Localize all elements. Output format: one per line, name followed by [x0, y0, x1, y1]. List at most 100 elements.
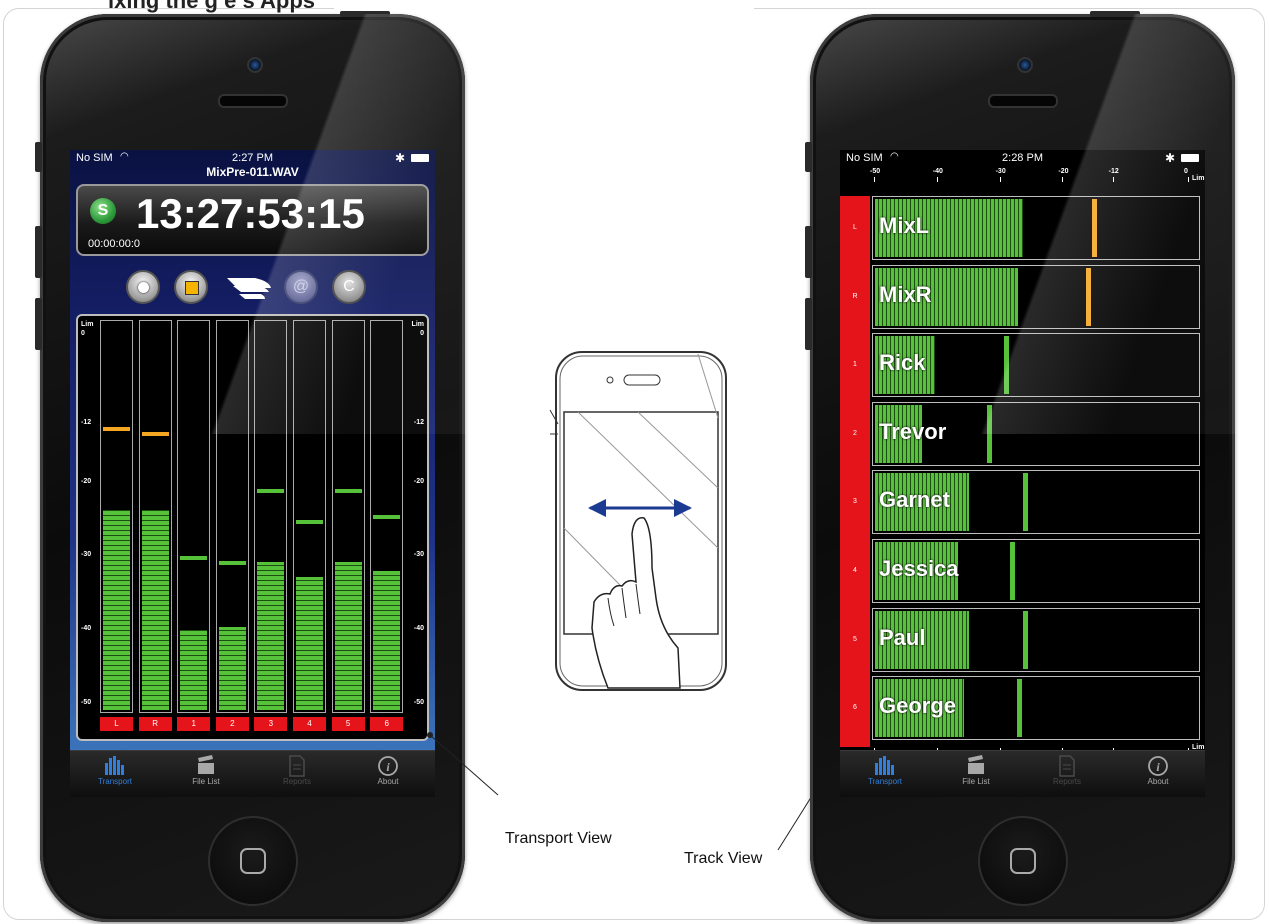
meter-level	[141, 510, 169, 710]
scale-tick	[874, 177, 875, 182]
meter-level	[103, 510, 130, 710]
track-row-1[interactable]: Rick	[872, 333, 1200, 398]
meter-label[interactable]: 6	[370, 717, 404, 731]
track-peak-marker	[1004, 336, 1010, 395]
meter-label[interactable]: 3	[254, 717, 288, 731]
info-icon: i	[343, 755, 433, 777]
camera-icon	[1017, 57, 1033, 73]
bars-icon	[840, 755, 930, 777]
meter-label[interactable]: 4	[293, 717, 326, 731]
status-bar: No SIM ◠ 2:27 PM ✱ MixPre-011.WAV	[70, 150, 435, 179]
track-number[interactable]: 6	[840, 704, 870, 711]
track-row-2[interactable]: Trevor	[872, 401, 1200, 466]
transport-view-label: Transport View	[505, 830, 612, 847]
scale-label-l: -30	[81, 551, 92, 559]
meter-channel-6	[370, 320, 404, 713]
track-peak-marker	[1022, 473, 1028, 532]
home-button[interactable]	[208, 816, 298, 906]
tab-reports[interactable]: Reports	[252, 755, 342, 786]
scale-label: -50	[870, 168, 881, 175]
track-number[interactable]: R	[840, 293, 870, 300]
meter-level	[257, 561, 285, 710]
bars-icon	[70, 755, 160, 777]
meter-channel-2	[215, 320, 249, 713]
meter-label[interactable]: R	[138, 717, 172, 731]
scale-tick	[1112, 177, 1114, 182]
scale-tick	[999, 177, 1001, 182]
track-row-3[interactable]: Garnet	[872, 470, 1200, 535]
speaker-grille	[988, 94, 1058, 108]
scale-label-r: -30	[413, 551, 424, 559]
document-icon	[1022, 755, 1112, 777]
track-number[interactable]: 5	[840, 636, 870, 643]
track-peak-marker	[1091, 199, 1097, 257]
meter-label[interactable]: 5	[331, 717, 365, 731]
scale-label: -30	[995, 168, 1006, 175]
at-button[interactable]: @	[284, 270, 318, 304]
scale-label-r: -12	[413, 418, 424, 426]
tab-file-list[interactable]: File List	[931, 755, 1021, 786]
scale-label-r: 0	[420, 330, 424, 337]
track-number[interactable]: 1	[840, 361, 870, 368]
meter-label[interactable]: 2	[215, 717, 249, 731]
meter-peak-marker	[373, 515, 401, 520]
meter-peak-marker	[180, 556, 208, 561]
tab-about[interactable]: i About	[343, 755, 433, 786]
timecode-value: 13:27:53:15	[136, 190, 365, 237]
clapper-icon	[931, 755, 1021, 777]
track-row-5[interactable]: Paul	[872, 607, 1200, 672]
track-row-6[interactable]: George	[872, 676, 1200, 741]
home-button[interactable]	[978, 816, 1068, 906]
tab-transport[interactable]: Transport	[70, 755, 160, 786]
svg-text:i: i	[386, 760, 390, 774]
transport-screen: No SIM ◠ 2:27 PM ✱ MixPre-011.WAV S 13:2…	[70, 150, 435, 797]
tab-label: Transport	[868, 777, 902, 786]
camera-icon	[247, 57, 263, 73]
tab-bar: Transport File List Reports i About	[70, 750, 435, 797]
meter-channel-L	[100, 320, 133, 713]
stop-button[interactable]	[174, 270, 208, 304]
meter-label[interactable]: L	[100, 717, 133, 731]
track-name: Jessica	[879, 556, 959, 581]
meter-peak-marker	[141, 432, 169, 437]
document-icon	[252, 755, 342, 777]
timecode-sub: 00:00:00:0	[88, 238, 140, 250]
scale-label-l: -50	[81, 699, 92, 706]
scale-label: Lim	[1192, 175, 1205, 182]
scale-label: -40	[932, 168, 943, 175]
file-name: MixPre-011.WAV	[206, 165, 299, 179]
top-scale: -50 -40 -30 -20 -12 0 Lim	[840, 168, 1205, 186]
cycle-button[interactable]: C	[332, 270, 366, 304]
meter-level	[180, 630, 208, 710]
track-name: Trevor	[879, 418, 947, 444]
tab-label: Transport	[98, 777, 132, 786]
track-row-4[interactable]: Jessica	[872, 539, 1200, 603]
battery-icon	[1181, 154, 1199, 162]
record-button[interactable]	[126, 270, 160, 304]
track-row-R[interactable]: MixR	[872, 264, 1200, 329]
track-number[interactable]: L	[840, 224, 870, 231]
scale-label-r: -50	[413, 699, 424, 706]
clapper-icon	[161, 755, 251, 777]
track-number[interactable]: 3	[840, 498, 870, 505]
meter-label[interactable]: 1	[177, 717, 211, 731]
track-screen: No SIM ◠ 2:28 PM ✱ -50 -40 -30 -20 -12 0 Lim L…	[840, 150, 1205, 797]
track-name: Rick	[879, 350, 926, 376]
scale-label-l: -20	[81, 477, 92, 485]
scale-tick	[936, 177, 938, 182]
left-phone: No SIM ◠ 2:27 PM ✱ MixPre-011.WAV S 13:2…	[35, 11, 470, 922]
meter-peak-marker	[218, 560, 246, 565]
tab-reports[interactable]: Reports	[1022, 755, 1112, 786]
track-number[interactable]: 2	[840, 430, 870, 437]
scale-label-r: Lim	[411, 321, 424, 328]
tab-transport[interactable]: Transport	[840, 755, 930, 786]
tab-file-list[interactable]: File List	[161, 755, 251, 786]
tab-about[interactable]: i About	[1113, 755, 1203, 786]
sound-devices-logo-icon: S	[90, 198, 116, 224]
tab-label: Reports	[282, 777, 311, 786]
track-number[interactable]: 4	[840, 567, 870, 574]
track-peak-marker	[1010, 542, 1016, 600]
bluetooth-icon: ✱	[394, 151, 405, 165]
scale-label-l: 0	[81, 330, 85, 337]
track-row-L[interactable]: MixL	[872, 196, 1200, 260]
